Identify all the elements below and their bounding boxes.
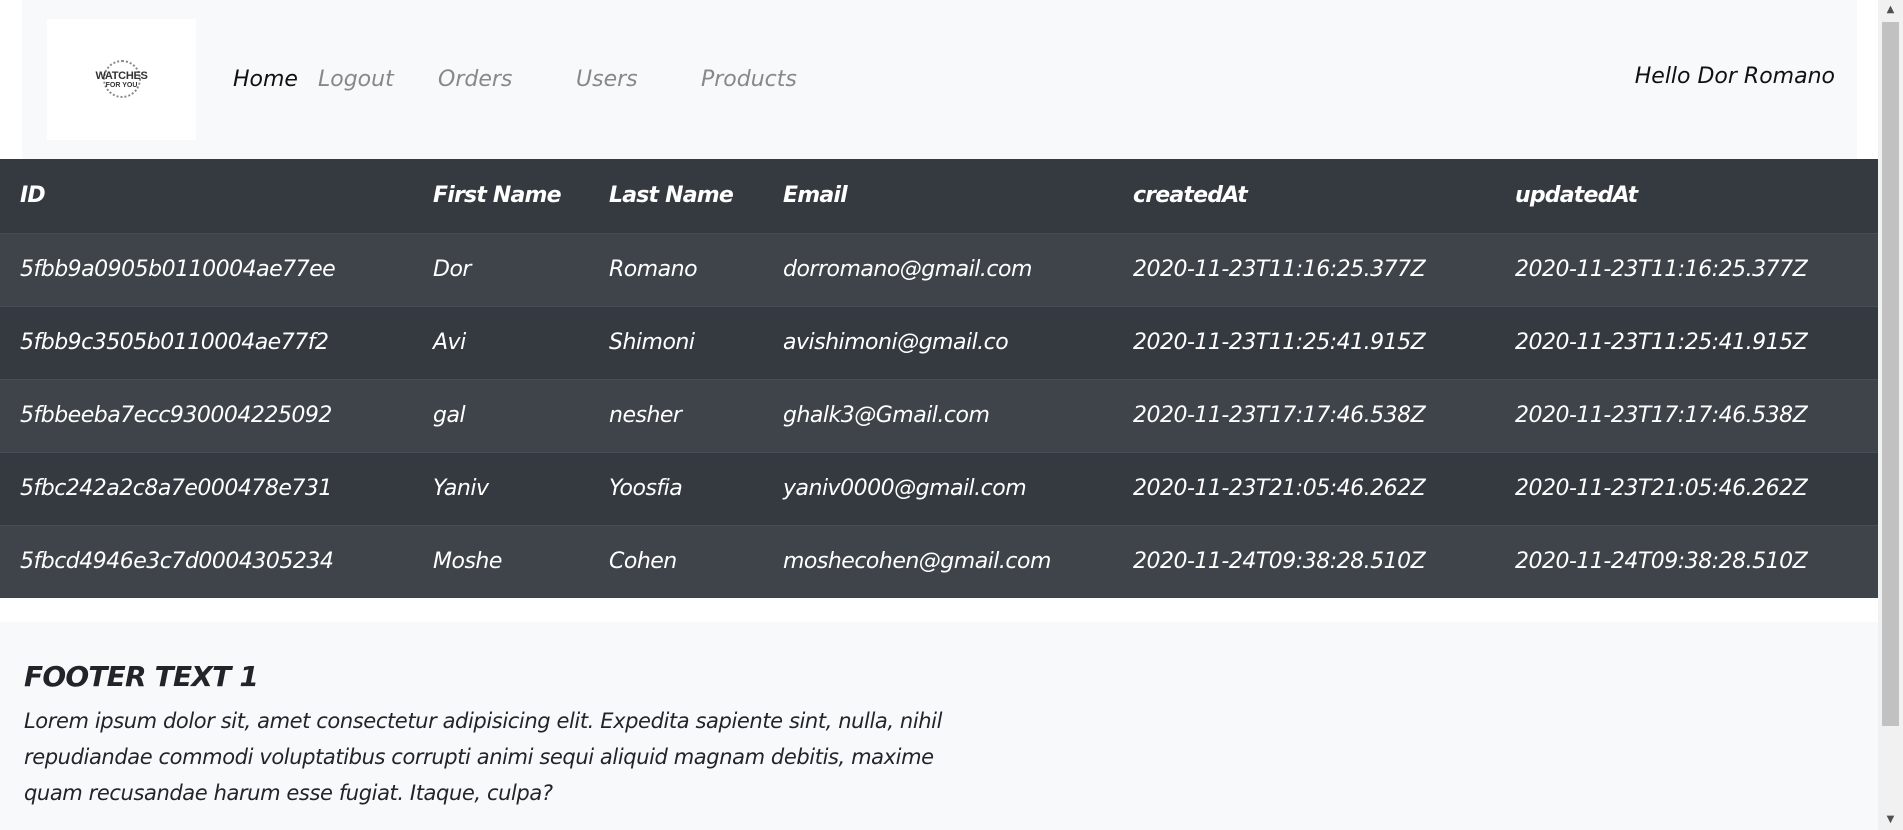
scroll-up-arrow-icon[interactable]: ▲ [1878,0,1903,20]
table-row: 5fbb9a0905b0110004ae77ee Dor Romano dorr… [0,233,1878,306]
footer: FOOTER TEXT 1 Lorem ipsum dolor sit, ame… [0,622,1878,830]
nav-link-products[interactable]: Products [701,67,821,92]
cell-email: dorromano@gmail.com [783,257,1032,282]
cell-created-at: 2020-11-23T21:05:46.262Z [1133,476,1426,501]
cell-email: avishimoni@gmail.co [783,330,1009,355]
cell-first-name: Avi [433,330,466,355]
vertical-scrollbar[interactable]: ▲ ▼ [1878,0,1903,830]
cell-updated-at: 2020-11-23T17:17:46.538Z [1515,403,1808,428]
navbar: WATCHES FOR YOU Home Logout Orders Users… [22,0,1857,159]
page: WATCHES FOR YOU Home Logout Orders Users… [0,0,1903,830]
nav-link-logout[interactable]: Logout [318,67,438,92]
cell-id: 5fbcd4946e3c7d0004305234 [20,549,334,575]
cell-email: yaniv0000@gmail.com [783,476,1027,501]
cell-first-name: Yaniv [433,476,489,501]
table-body: 5fbb9a0905b0110004ae77ee Dor Romano dorr… [0,233,1878,598]
cell-updated-at: 2020-11-23T21:05:46.262Z [1515,476,1808,501]
cell-email: ghalk3@Gmail.com [783,403,990,428]
scroll-down-arrow-icon[interactable]: ▼ [1878,810,1903,830]
cell-updated-at: 2020-11-23T11:16:25.377Z [1515,257,1808,282]
cell-email: moshecohen@gmail.com [783,549,1051,575]
cell-created-at: 2020-11-24T09:38:28.510Z [1133,549,1426,575]
column-header-updated-at: updatedAt [1495,159,1878,234]
user-greeting: Hello Dor Romano [1634,64,1835,89]
cell-created-at: 2020-11-23T17:17:46.538Z [1133,403,1426,428]
nav-link-home[interactable]: Home [233,67,318,92]
cell-last-name: nesher [609,403,682,428]
nav-link-users[interactable]: Users [576,67,701,92]
cell-first-name: Dor [433,257,471,282]
cell-id: 5fbb9a0905b0110004ae77ee [20,257,336,282]
column-header-created-at: createdAt [1113,159,1495,234]
users-table-container: ID First Name Last Name Email createdAt … [0,159,1878,598]
column-header-last-name: Last Name [589,159,763,234]
cell-id: 5fbc242a2c8a7e000478e731 [20,476,332,501]
table-header: ID First Name Last Name Email createdAt … [0,159,1878,234]
logo-text-line1: WATCHES [95,69,148,82]
cell-created-at: 2020-11-23T11:16:25.377Z [1133,257,1426,282]
cell-updated-at: 2020-11-24T09:38:28.510Z [1515,549,1808,575]
cell-first-name: gal [433,403,466,428]
column-header-id: ID [0,159,413,234]
cell-last-name: Romano [609,257,698,282]
table-row: 5fbcd4946e3c7d0004305234 Moshe Cohen mos… [0,525,1878,598]
table-row: 5fbbeeba7ecc930004225092 gal nesher ghal… [0,379,1878,452]
cell-id: 5fbbeeba7ecc930004225092 [20,403,332,428]
table-row: 5fbb9c3505b0110004ae77f2 Avi Shimoni avi… [0,306,1878,379]
cell-last-name: Cohen [609,549,677,575]
footer-text: Lorem ipsum dolor sit, amet consectetur … [24,709,943,805]
cell-last-name: Yoosfia [609,476,683,501]
cell-created-at: 2020-11-23T11:25:41.915Z [1133,330,1426,355]
table-header-row: ID First Name Last Name Email createdAt … [0,159,1878,234]
column-header-email: Email [763,159,1113,234]
users-table: ID First Name Last Name Email createdAt … [0,159,1878,598]
cell-updated-at: 2020-11-23T11:25:41.915Z [1515,330,1808,355]
cell-last-name: Shimoni [609,330,695,355]
logo-text-line2: FOR YOU [105,81,138,89]
scrollbar-thumb[interactable] [1882,22,1899,726]
nav-links: Home Logout Orders Users Products [233,0,821,159]
footer-title: FOOTER TEXT 1 [24,660,259,693]
cell-first-name: Moshe [433,549,502,575]
nav-link-orders[interactable]: Orders [438,67,576,92]
logo[interactable]: WATCHES FOR YOU [47,19,196,140]
cell-id: 5fbb9c3505b0110004ae77f2 [20,330,329,355]
table-row: 5fbc242a2c8a7e000478e731 Yaniv Yoosfia y… [0,452,1878,525]
column-header-first-name: First Name [413,159,589,234]
